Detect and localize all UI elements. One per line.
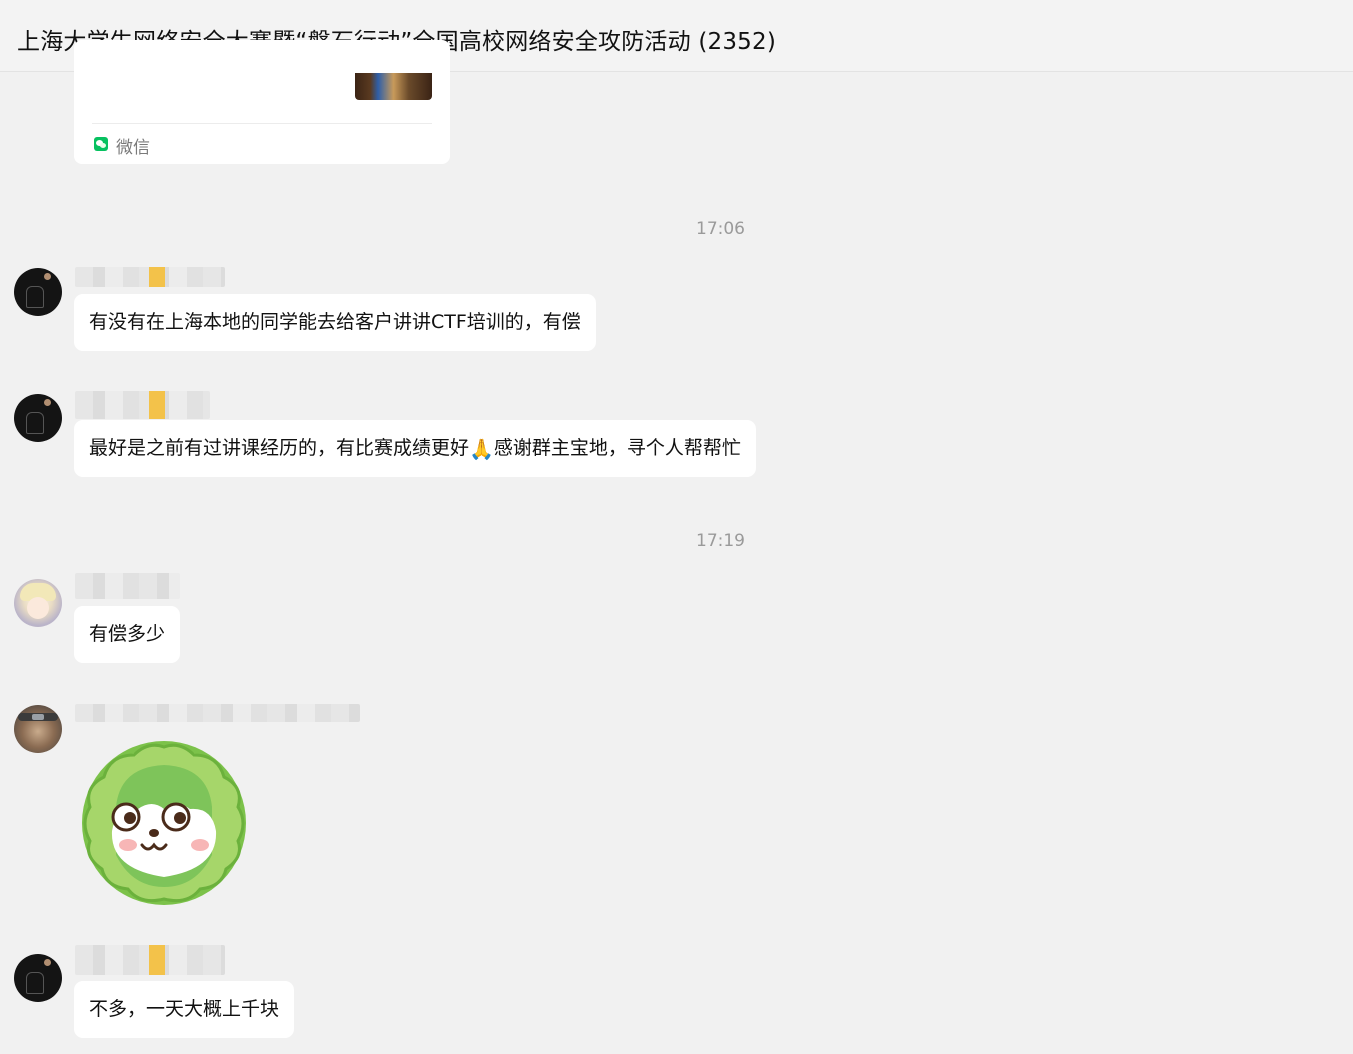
message-bubble[interactable]: 有没有在上海本地的同学能去给客户讲讲CTF培训的，有偿 <box>74 294 596 351</box>
avatar-figure <box>26 286 44 308</box>
avatar[interactable] <box>14 268 62 316</box>
message-bubble[interactable]: 有偿多少 <box>74 606 181 663</box>
avatar-headband-plate <box>32 714 44 720</box>
avatar-moon <box>44 273 51 280</box>
folded-hands-emoji-icon: 🙏 <box>469 437 494 461</box>
sender-name-blurred[interactable] <box>75 267 225 287</box>
timestamp: 17:19 <box>696 531 745 551</box>
avatar-figure <box>26 972 44 994</box>
message-text: 感谢群主宝地，寻个人帮帮忙 <box>493 437 741 459</box>
cabbage-dog-sticker[interactable] <box>76 737 252 909</box>
avatar[interactable] <box>14 954 62 1002</box>
shared-link-card[interactable]: 微信 <box>74 40 450 164</box>
timestamp: 17:06 <box>696 219 745 239</box>
avatar[interactable] <box>14 579 62 627</box>
dog-face <box>111 765 217 887</box>
card-source-label: 微信 <box>116 138 150 158</box>
name-badge <box>149 945 165 975</box>
sender-name-blurred[interactable] <box>75 573 180 599</box>
sender-name-blurred[interactable] <box>75 945 225 975</box>
card-thumbnail <box>355 73 432 100</box>
sender-name-blurred[interactable] <box>75 391 210 419</box>
sender-name-blurred[interactable] <box>75 704 360 722</box>
message-text: 最好是之前有过讲课经历的，有比赛成绩更好 <box>89 437 470 459</box>
name-badge <box>149 391 165 419</box>
avatar-figure <box>26 412 44 434</box>
card-divider <box>92 123 432 124</box>
avatar[interactable] <box>14 394 62 442</box>
avatar[interactable] <box>14 705 62 753</box>
avatar-moon <box>44 959 51 966</box>
avatar-moon <box>44 399 51 406</box>
message-bubble[interactable]: 不多，一天大概上千块 <box>74 981 295 1038</box>
wechat-icon <box>94 137 108 151</box>
name-badge <box>149 267 165 287</box>
message-bubble[interactable]: 最好是之前有过讲课经历的，有比赛成绩更好🙏感谢群主宝地，寻个人帮帮忙 <box>74 420 756 477</box>
avatar-face <box>27 597 49 619</box>
